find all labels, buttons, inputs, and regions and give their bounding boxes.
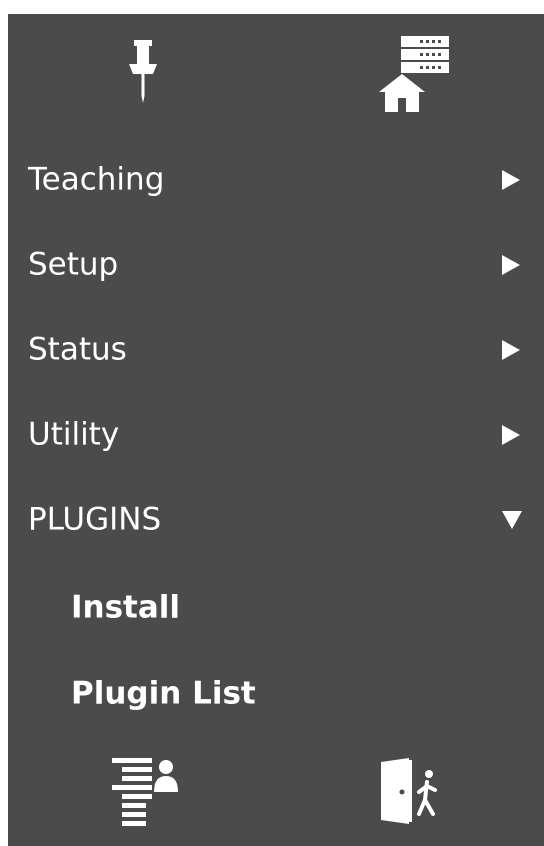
menu-item-label: Status [28,331,127,368]
menu-item-label: Teaching [28,161,165,198]
menu-item-setup[interactable]: Setup [8,223,544,307]
chevron-right-icon [502,340,520,360]
chevron-down-icon [502,511,522,529]
exit-button[interactable] [373,756,453,828]
exit-icon [381,758,437,824]
top-toolbar [8,14,544,122]
submenu-item-label: Plugin List [71,675,256,712]
menu-item-plugins[interactable]: PLUGINS [8,478,544,562]
submenu-item-install[interactable]: Install [8,566,544,650]
home-server-icon [379,36,449,112]
chevron-right-icon [502,425,520,445]
pin-button[interactable] [108,36,178,106]
pin-icon [129,40,157,103]
side-menu-panel: Teaching Setup Status Utility PLUGINS In… [8,14,544,846]
menu-item-utility[interactable]: Utility [8,393,544,477]
submenu-item-plugin-list[interactable]: Plugin List [8,652,544,736]
chevron-right-icon [502,170,520,190]
home-server-button[interactable] [373,34,453,114]
menu-item-teaching[interactable]: Teaching [8,138,544,222]
submenu-item-label: Install [71,589,181,626]
menu-item-label: PLUGINS [28,501,162,538]
menu-item-status[interactable]: Status [8,308,544,392]
user-list-icon [112,758,178,826]
menu-item-label: Utility [28,416,120,453]
chevron-right-icon [502,255,520,275]
menu-item-label: Setup [28,246,119,283]
user-list-button[interactable] [104,752,184,834]
